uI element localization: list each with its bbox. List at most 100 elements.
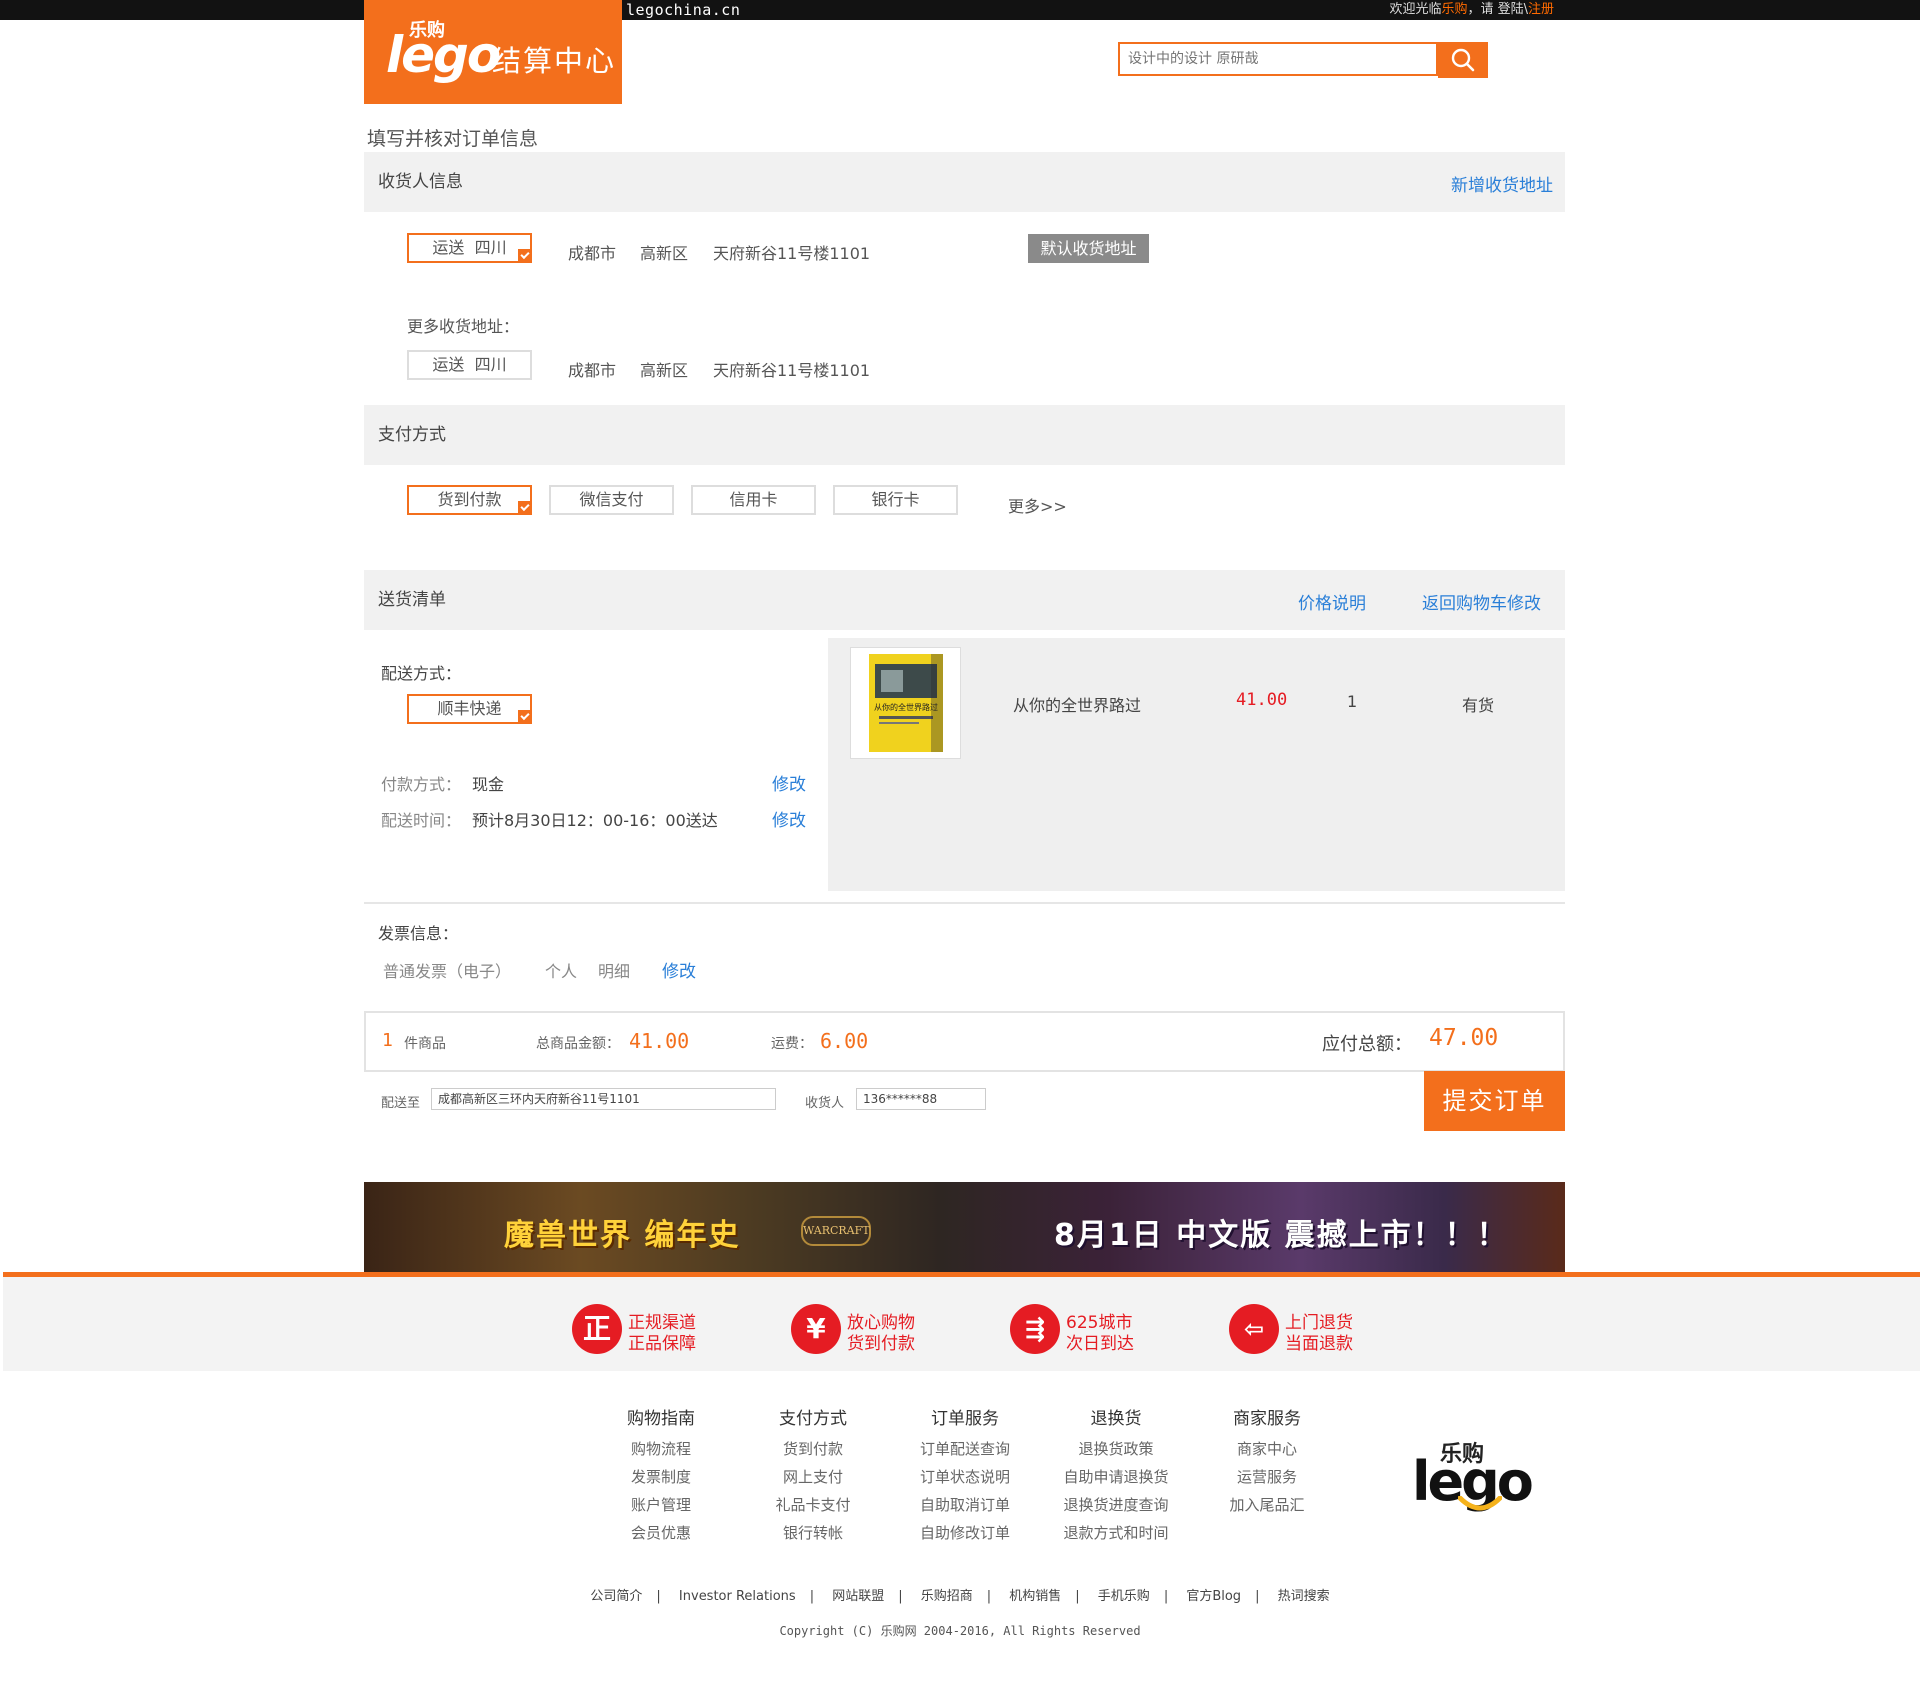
shipping-method-label: 顺丰快递 — [437, 699, 502, 718]
receiver-label: 收货人 — [805, 1096, 845, 1111]
invoice-label: 发票信息： — [378, 924, 459, 943]
payment-title: 支付方式 — [378, 425, 446, 445]
default-district: 高新区 — [640, 244, 689, 263]
item-count: 1 — [382, 1030, 393, 1051]
shipping-method-label: 配送方式： — [381, 664, 462, 683]
footer-link[interactable]: 礼品卡支付 — [748, 1491, 878, 1519]
delivery-time-value: 预计8月30日12：00-16：00送达 — [472, 811, 718, 830]
default-street: 天府新谷11号楼1101 — [713, 244, 871, 263]
service-features: 正 正规渠道 正品保障 ¥ 放心购物 货到付款 ⇶ 625城市 次日到达 ⇦ 上… — [3, 1277, 1920, 1371]
product-qty: 1 — [1347, 692, 1358, 711]
address-chip[interactable]: 运送 四川 — [407, 350, 532, 380]
footer-link[interactable]: 商家中心 — [1202, 1435, 1332, 1463]
invoice-type: 普通发票（电子） — [383, 962, 512, 981]
truck-icon: ⇶ — [1010, 1304, 1060, 1354]
submit-order-button[interactable]: 提交订单 — [1424, 1071, 1565, 1131]
modify-invoice-link[interactable]: 修改 — [662, 957, 696, 982]
footer-link[interactable]: 退换货政策 — [1051, 1435, 1181, 1463]
search-icon — [1451, 48, 1475, 72]
search-box — [1118, 42, 1438, 76]
search-input[interactable] — [1120, 44, 1436, 74]
footer-link[interactable]: 运营服务 — [1202, 1463, 1332, 1491]
footer-link[interactable]: 账户管理 — [596, 1491, 726, 1519]
product-image[interactable]: 从你的全世界路过 — [850, 647, 961, 759]
default-city: 成都市 — [568, 244, 617, 263]
footer-col-title: 退换货 — [1090, 1409, 1142, 1429]
bottom-link[interactable]: 官方Blog — [1186, 1589, 1241, 1604]
payment-option-label: 微信支付 — [579, 490, 644, 509]
footer-logo: 乐购 lego — [1410, 1436, 1534, 1516]
footer-link[interactable]: 银行转帐 — [748, 1519, 878, 1547]
footer-col-payment: 支付方式 货到付款 网上支付 礼品卡支付 银行转帐 — [748, 1404, 878, 1547]
login-link[interactable]: ，请 登陆\ — [1467, 2, 1528, 17]
selected-check-icon — [518, 710, 532, 724]
add-address-link[interactable]: 新增收货地址 — [1451, 171, 1553, 196]
back-to-cart-link[interactable]: 返回购物车修改 — [1422, 589, 1541, 614]
bottom-link[interactable]: 网站联盟 — [832, 1589, 884, 1604]
warcraft-logo: WARCRAFT — [801, 1216, 871, 1246]
bottom-link[interactable]: 公司简介 — [590, 1589, 642, 1604]
bottom-link[interactable]: Investor Relations — [679, 1589, 796, 1604]
welcome-text: 欢迎光临乐购，请 登陆\注册 — [1389, 0, 1554, 20]
address-street: 天府新谷11号楼1101 — [713, 361, 871, 380]
book-cover-title: 从你的全世界路过 — [874, 702, 938, 712]
receiver-section-header: 收货人信息 新增收货地址 — [364, 152, 1565, 212]
pay-method-label: 付款方式： — [381, 775, 462, 794]
payment-option-wechat[interactable]: 微信支付 — [549, 485, 674, 515]
banner-right-text: 8月1日 中文版 震撼上市！！！ — [1054, 1218, 1509, 1253]
footer-link[interactable]: 退款方式和时间 — [1051, 1519, 1181, 1547]
feature-line2: 当面退款 — [1285, 1334, 1353, 1354]
divider — [364, 902, 1565, 904]
footer-link[interactable]: 购物流程 — [596, 1435, 726, 1463]
more-payment-link[interactable]: 更多>> — [1008, 493, 1067, 517]
shipping-method-chip[interactable]: 顺丰快递 — [407, 694, 532, 724]
bottom-links: 公司简介 | Investor Relations | 网站联盟 | 乐购招商 | 机构… — [590, 1589, 1330, 1604]
footer-link[interactable]: 自助申请退换货 — [1051, 1463, 1181, 1491]
footer-link[interactable]: 网上支付 — [748, 1463, 878, 1491]
footer-link[interactable]: 订单状态说明 — [900, 1463, 1030, 1491]
delivery-time-label: 配送时间： — [381, 811, 462, 830]
default-address-chip[interactable]: 运送 四川 — [407, 233, 532, 263]
payment-option-label: 信用卡 — [729, 490, 778, 509]
payment-option-credit[interactable]: 信用卡 — [691, 485, 816, 515]
ship-to-address: 成都高新区三环内天府新谷11号1101 — [431, 1088, 776, 1110]
product-name[interactable]: 从你的全世界路过 — [1013, 692, 1141, 716]
search-button[interactable] — [1438, 42, 1488, 78]
top-bar: legochina.cn 欢迎光临乐购，请 登陆\注册 — [0, 0, 1920, 20]
default-address-badge: 默认收货地址 — [1028, 234, 1149, 263]
footer-link[interactable]: 自助修改订单 — [900, 1519, 1030, 1547]
footer-link[interactable]: 发票制度 — [596, 1463, 726, 1491]
footer-col-returns: 退换货 退换货政策 自助申请退换货 退换货进度查询 退款方式和时间 — [1051, 1404, 1181, 1547]
footer-link[interactable]: 货到付款 — [748, 1435, 878, 1463]
payment-option-bank[interactable]: 银行卡 — [833, 485, 958, 515]
total-amount: 47.00 — [1429, 1025, 1499, 1051]
total-label: 应付总额： — [1322, 1034, 1412, 1055]
logo-lego: lego — [386, 26, 501, 84]
footer-link[interactable]: 会员优惠 — [596, 1519, 726, 1547]
bottom-link[interactable]: 手机乐购 — [1098, 1589, 1150, 1604]
footer-link[interactable]: 订单配送查询 — [900, 1435, 1030, 1463]
product-stock: 有货 — [1462, 696, 1495, 715]
feature-line2: 货到付款 — [847, 1334, 915, 1354]
footer-link[interactable]: 退换货进度查询 — [1051, 1491, 1181, 1519]
logo[interactable]: 乐购 lego 结算中心 — [364, 0, 622, 104]
modify-time-link[interactable]: 修改 — [772, 806, 806, 831]
invoice-title: 个人 — [545, 962, 578, 981]
footer-col-orders: 订单服务 订单配送查询 订单状态说明 自助取消订单 自助修改订单 — [900, 1404, 1030, 1547]
yuan-icon: ¥ — [791, 1304, 841, 1354]
price-note-link[interactable]: 价格说明 — [1298, 589, 1366, 614]
modify-pay-link[interactable]: 修改 — [772, 770, 806, 795]
footer-link[interactable]: 自助取消订单 — [900, 1491, 1030, 1519]
goods-amount: 41.00 — [629, 1029, 690, 1053]
promo-banner[interactable]: 魔兽世界 编年史 WARCRAFT 8月1日 中文版 震撼上市！！！ — [364, 1182, 1565, 1274]
footer-col-guide: 购物指南 购物流程 发票制度 账户管理 会员优惠 — [596, 1404, 726, 1547]
footer-link[interactable]: 加入尾品汇 — [1202, 1491, 1332, 1519]
bottom-link[interactable]: 热词搜索 — [1278, 1589, 1330, 1604]
bottom-link[interactable]: 乐购招商 — [921, 1589, 973, 1604]
return-icon: ⇦ — [1229, 1304, 1279, 1354]
pay-method-value: 现金 — [472, 775, 505, 794]
bottom-link[interactable]: 机构销售 — [1009, 1589, 1061, 1604]
receiver-phone: 136******88 — [856, 1088, 986, 1110]
payment-option-cod[interactable]: 货到付款 — [407, 485, 532, 515]
register-link[interactable]: 注册 — [1528, 2, 1554, 17]
